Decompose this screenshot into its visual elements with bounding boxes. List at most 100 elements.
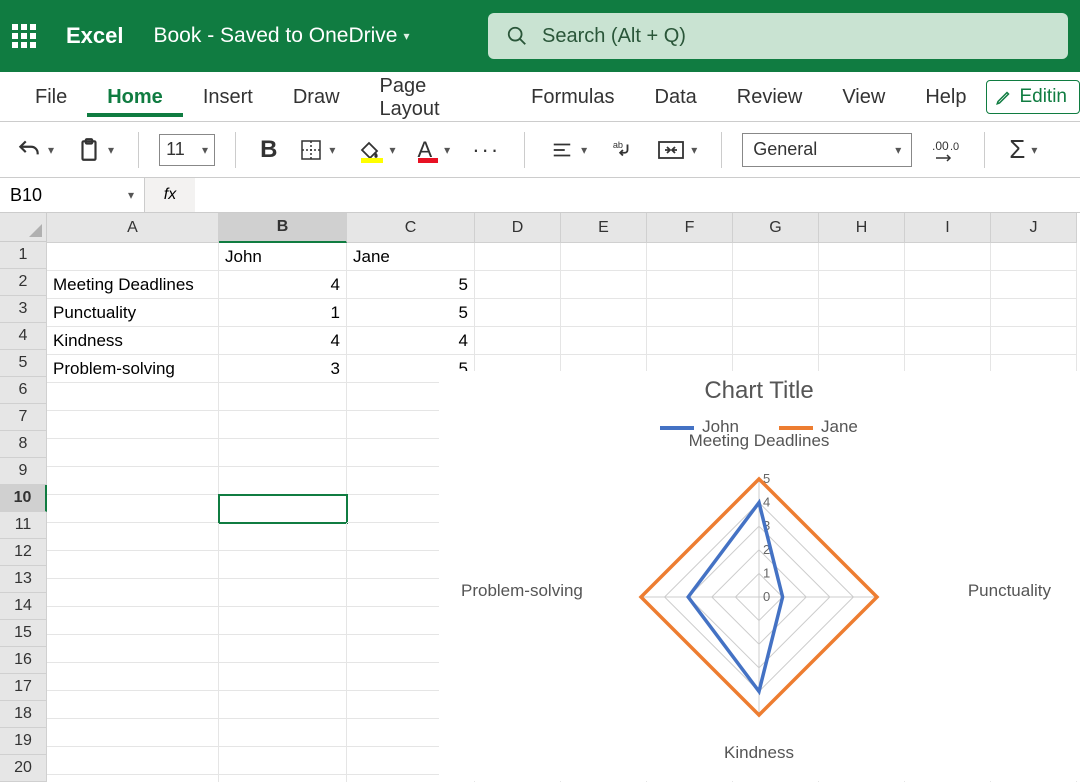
row-header-13[interactable]: 13 (0, 566, 47, 593)
cell-A9[interactable] (47, 467, 219, 495)
cell-A10[interactable] (47, 495, 219, 523)
number-format-select[interactable]: General▾ (742, 133, 912, 167)
cell-I2[interactable] (905, 271, 991, 299)
column-header-H[interactable]: H (819, 213, 905, 243)
cell-I4[interactable] (905, 327, 991, 355)
row-header-12[interactable]: 12 (0, 539, 47, 566)
cell-A14[interactable] (47, 607, 219, 635)
more-font-button[interactable]: ··· (468, 133, 504, 167)
cell-C1[interactable]: Jane (347, 243, 475, 271)
row-header-8[interactable]: 8 (0, 431, 47, 458)
cell-F3[interactable] (647, 299, 733, 327)
paste-button[interactable]: ▾ (72, 133, 118, 167)
cell-E1[interactable] (561, 243, 647, 271)
app-launcher-icon[interactable] (12, 24, 36, 48)
borders-button[interactable]: ▾ (295, 134, 339, 166)
row-header-16[interactable]: 16 (0, 647, 47, 674)
column-header-J[interactable]: J (991, 213, 1077, 243)
cell-A19[interactable] (47, 747, 219, 775)
autosum-button[interactable]: Σ▾ (1005, 130, 1041, 169)
cell-B13[interactable] (219, 579, 347, 607)
cell-B1[interactable]: John (219, 243, 347, 271)
cell-B9[interactable] (219, 467, 347, 495)
cell-G3[interactable] (733, 299, 819, 327)
cell-D4[interactable] (475, 327, 561, 355)
row-header-9[interactable]: 9 (0, 458, 47, 485)
row-header-19[interactable]: 19 (0, 728, 47, 755)
cell-B20[interactable] (219, 775, 347, 782)
cell-D3[interactable] (475, 299, 561, 327)
column-header-E[interactable]: E (561, 213, 647, 243)
tab-data[interactable]: Data (635, 76, 717, 117)
cell-H2[interactable] (819, 271, 905, 299)
cell-G2[interactable] (733, 271, 819, 299)
tab-insert[interactable]: Insert (183, 76, 273, 117)
cell-A16[interactable] (47, 663, 219, 691)
select-all-corner[interactable] (0, 213, 47, 242)
cell-H1[interactable] (819, 243, 905, 271)
row-header-14[interactable]: 14 (0, 593, 47, 620)
tab-file[interactable]: File (15, 76, 87, 117)
cell-I3[interactable] (905, 299, 991, 327)
cell-B12[interactable] (219, 551, 347, 579)
decimal-button[interactable]: .00.0 (926, 134, 964, 166)
cell-A4[interactable]: Kindness (47, 327, 219, 355)
spreadsheet-grid[interactable]: 1234567891011121314151617181920 ABCDEFGH… (0, 213, 1080, 782)
cell-A7[interactable] (47, 411, 219, 439)
name-box[interactable]: B10▾ (0, 178, 145, 212)
cell-B6[interactable] (219, 383, 347, 411)
cell-B15[interactable] (219, 635, 347, 663)
row-header-4[interactable]: 4 (0, 323, 47, 350)
cell-J2[interactable] (991, 271, 1077, 299)
cell-A18[interactable] (47, 719, 219, 747)
row-header-7[interactable]: 7 (0, 404, 47, 431)
tab-draw[interactable]: Draw (273, 76, 360, 117)
cell-J3[interactable] (991, 299, 1077, 327)
column-header-G[interactable]: G (733, 213, 819, 243)
cell-E3[interactable] (561, 299, 647, 327)
cell-F2[interactable] (647, 271, 733, 299)
cell-B11[interactable] (219, 523, 347, 551)
cell-D1[interactable] (475, 243, 561, 271)
fill-color-button[interactable]: ▾ (353, 132, 399, 167)
row-header-11[interactable]: 11 (0, 512, 47, 539)
column-header-F[interactable]: F (647, 213, 733, 243)
cell-I1[interactable] (905, 243, 991, 271)
cell-A11[interactable] (47, 523, 219, 551)
column-header-B[interactable]: B (219, 213, 347, 243)
column-header-A[interactable]: A (47, 213, 219, 243)
row-header-6[interactable]: 6 (0, 377, 47, 404)
cell-A17[interactable] (47, 691, 219, 719)
cell-B4[interactable]: 4 (219, 327, 347, 355)
cell-C3[interactable]: 5 (347, 299, 475, 327)
font-size-input[interactable]: 11▾ (159, 134, 215, 166)
cell-A8[interactable] (47, 439, 219, 467)
cell-F1[interactable] (647, 243, 733, 271)
undo-button[interactable]: ▾ (12, 133, 58, 167)
cell-B10[interactable] (219, 495, 347, 523)
cell-A20[interactable] (47, 775, 219, 782)
column-header-D[interactable]: D (475, 213, 561, 243)
row-header-2[interactable]: 2 (0, 269, 47, 296)
cell-A2[interactable]: Meeting Deadlines (47, 271, 219, 299)
cell-D2[interactable] (475, 271, 561, 299)
wrap-text-button[interactable]: ab (605, 135, 639, 165)
row-header-3[interactable]: 3 (0, 296, 47, 323)
cell-C4[interactable]: 4 (347, 327, 475, 355)
radar-chart[interactable]: Chart Title John Jane 012345 Meeting Dea… (439, 371, 1079, 781)
cell-A5[interactable]: Problem-solving (47, 355, 219, 383)
cell-B14[interactable] (219, 607, 347, 635)
tab-formulas[interactable]: Formulas (511, 76, 634, 117)
row-header-10[interactable]: 10 (0, 485, 47, 512)
tab-view[interactable]: View (822, 76, 905, 117)
cell-A15[interactable] (47, 635, 219, 663)
search-input[interactable]: Search (Alt + Q) (488, 13, 1068, 59)
cell-C2[interactable]: 5 (347, 271, 475, 299)
column-header-C[interactable]: C (347, 213, 475, 243)
cell-B3[interactable]: 1 (219, 299, 347, 327)
row-header-1[interactable]: 1 (0, 242, 47, 269)
cell-G1[interactable] (733, 243, 819, 271)
cell-E4[interactable] (561, 327, 647, 355)
cell-B16[interactable] (219, 663, 347, 691)
tab-page-layout[interactable]: Page Layout (360, 65, 512, 129)
